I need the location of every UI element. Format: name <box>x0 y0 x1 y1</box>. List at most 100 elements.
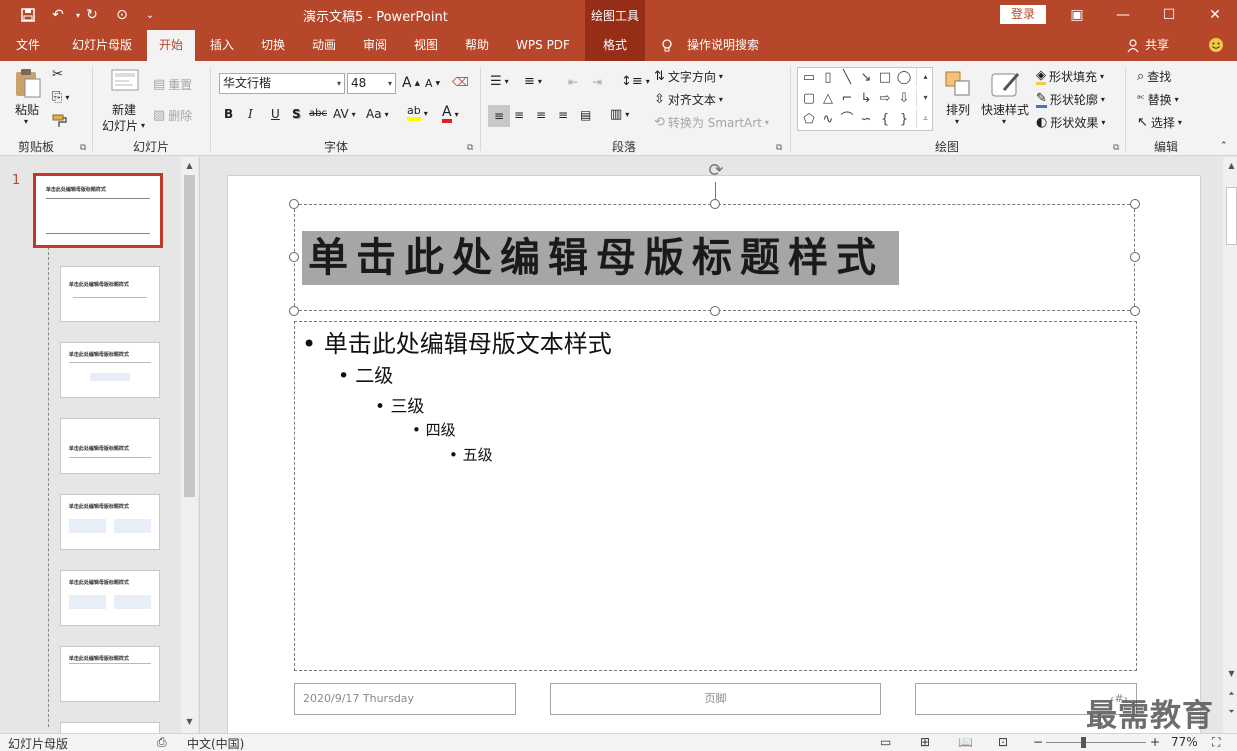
share-button[interactable]: 共享 <box>1142 30 1172 61</box>
tab-help[interactable]: 帮助 <box>457 30 497 61</box>
accessibility-icon[interactable]: ⎙ <box>157 735 167 750</box>
body-placeholder[interactable] <box>294 321 1137 671</box>
text-level-4[interactable]: • 四级 <box>412 419 456 440</box>
down-arrow-shape-icon[interactable]: ⇩ <box>895 90 913 108</box>
align-right-icon[interactable]: ≡ <box>536 108 546 122</box>
line-spacing-button[interactable]: ↕≡ ▾ <box>621 75 650 88</box>
new-slide-button[interactable]: 幻灯片 ▾ <box>102 117 145 134</box>
textbox-shape-icon[interactable]: ▭ <box>800 69 818 87</box>
text-direction-button[interactable]: ⇅ 文字方向 ▾ <box>654 68 723 85</box>
grow-font-button[interactable]: A ▲ <box>402 75 420 91</box>
tab-file[interactable]: 文件 <box>8 30 48 61</box>
scroll-up-icon[interactable]: ▲ <box>181 159 198 173</box>
layout-thumbnail[interactable]: 单击此处编辑母版标题样式 <box>60 266 160 322</box>
clipboard-launcher-icon[interactable]: ⧉ <box>80 143 86 153</box>
new-slide-icon[interactable] <box>110 68 140 98</box>
reading-view-icon[interactable]: 📖 <box>958 735 973 749</box>
tab-wps-pdf[interactable]: WPS PDF <box>508 30 578 61</box>
bullets-button[interactable]: ☰ ▾ <box>490 75 509 88</box>
next-slide-icon[interactable]: ⏷ <box>1223 705 1237 719</box>
freeform-shape-icon[interactable]: ∿ <box>819 111 837 129</box>
arrange-button[interactable]: 排列 <box>946 101 970 118</box>
tab-transitions[interactable]: 切换 <box>253 30 293 61</box>
start-slideshow-icon[interactable]: ⊙ <box>110 5 134 25</box>
save-icon[interactable] <box>16 5 40 25</box>
minimize-icon[interactable]: — <box>1100 0 1146 30</box>
increase-indent-icon[interactable]: ⇥ <box>592 75 602 89</box>
shrink-font-button[interactable]: A ▼ <box>425 77 440 90</box>
normal-view-icon[interactable]: ▭ <box>880 735 891 749</box>
collapse-ribbon-icon[interactable]: ⌃ <box>1220 141 1228 151</box>
zoom-level[interactable]: 77% <box>1171 735 1198 749</box>
gallery-up-icon[interactable]: ▴ <box>916 68 934 86</box>
curve-shape-icon[interactable]: ∽ <box>857 111 875 129</box>
align-left-icon[interactable]: ≡ <box>488 105 510 127</box>
shadow-button[interactable]: S <box>292 107 301 121</box>
replace-button[interactable]: ᵃᶜ 替换 ▾ <box>1137 91 1179 108</box>
master-thumbnail[interactable]: 单击此处编辑母版标题样式 <box>33 173 163 248</box>
tab-review[interactable]: 审阅 <box>355 30 395 61</box>
scroll-up-icon[interactable]: ▲ <box>1223 159 1237 173</box>
delete-button[interactable]: ▧ 删除 <box>153 107 192 124</box>
footer-placeholder[interactable]: 页脚 <box>550 683 881 715</box>
layout-thumbnail[interactable]: 单击此处编辑母版标题样式 <box>60 342 160 398</box>
close-icon[interactable]: ✕ <box>1192 0 1237 30</box>
tab-slide-master[interactable]: 幻灯片母版 <box>66 30 138 61</box>
scrollbar-thumb[interactable] <box>184 175 195 497</box>
change-case-button[interactable]: Aa ▾ <box>366 107 389 121</box>
scrollbar-thumb[interactable] <box>1226 187 1237 245</box>
align-text-button[interactable]: ⇳ 对齐文本 ▾ <box>654 91 723 108</box>
shapes-gallery[interactable]: ▭ ▯ ╲ ↘ □ ◯ ▢ △ ⌐ ↳ ⇨ ⇩ ⬠ ∿ ⌒ ∽ { } ▴ ▾ … <box>797 67 933 131</box>
font-size-select[interactable]: 48 ▾ <box>347 73 396 94</box>
gallery-more-icon[interactable]: ⩡ <box>916 110 934 128</box>
arc-shape-icon[interactable]: ⌒ <box>838 111 856 129</box>
zoom-out-icon[interactable]: − <box>1033 735 1043 749</box>
zoom-in-icon[interactable]: + <box>1150 735 1160 749</box>
arrow-line-shape-icon[interactable]: ↘ <box>857 69 875 87</box>
quick-styles-icon[interactable] <box>990 68 1020 98</box>
format-painter-icon[interactable] <box>52 114 68 128</box>
justify-icon[interactable]: ≡ <box>558 108 568 122</box>
tab-format[interactable]: 格式 <box>585 30 645 61</box>
resize-handle[interactable] <box>1130 199 1140 209</box>
maximize-icon[interactable]: ☐ <box>1146 0 1192 30</box>
ribbon-display-icon[interactable]: ▣ <box>1054 0 1100 30</box>
paragraph-launcher-icon[interactable]: ⧉ <box>776 143 782 153</box>
tab-view[interactable]: 视图 <box>406 30 446 61</box>
zoom-slider-thumb[interactable] <box>1081 737 1086 748</box>
scroll-down-icon[interactable]: ▼ <box>181 715 198 729</box>
resize-handle[interactable] <box>1130 252 1140 262</box>
strikethrough-button[interactable]: abc <box>309 108 327 119</box>
right-arrow-shape-icon[interactable]: ⇨ <box>876 90 894 108</box>
bold-button[interactable]: B <box>224 107 233 121</box>
align-center-icon[interactable]: ≡ <box>514 108 524 122</box>
convert-smartart-button[interactable]: ⟲ 转换为 SmartArt ▾ <box>654 114 769 131</box>
language-label[interactable]: 中文(中国) <box>187 735 244 751</box>
new-slide-label-1[interactable]: 新建 <box>112 101 136 118</box>
font-launcher-icon[interactable]: ⧉ <box>467 143 473 153</box>
rectangle-shape-icon[interactable]: □ <box>876 69 894 87</box>
paste-icon[interactable] <box>13 68 43 98</box>
canvas-scrollbar[interactable]: ▲ ▼ ⏶ ⏷ <box>1223 157 1237 733</box>
fit-to-window-icon[interactable]: ⛶ <box>1212 735 1220 750</box>
char-spacing-button[interactable]: AV ▾ <box>333 107 356 121</box>
slideshow-view-icon[interactable]: ⊡ <box>998 735 1008 749</box>
paste-button[interactable]: 粘贴 <box>15 101 39 118</box>
cut-icon[interactable]: ✂ <box>52 68 63 81</box>
underline-button[interactable]: U <box>271 107 280 121</box>
slide-sorter-icon[interactable]: ⊞ <box>920 735 930 749</box>
tab-insert[interactable]: 插入 <box>202 30 242 61</box>
triangle-shape-icon[interactable]: △ <box>819 90 837 108</box>
resize-handle[interactable] <box>710 306 720 316</box>
previous-slide-icon[interactable]: ⏶ <box>1223 687 1237 701</box>
pentagon-shape-icon[interactable]: ⬠ <box>800 111 818 129</box>
rotate-handle-icon[interactable]: ⟳ <box>704 160 728 184</box>
layout-thumbnail[interactable]: 单击此处编辑母版标题样式 <box>60 570 160 626</box>
columns-button[interactable]: ▥ ▾ <box>610 108 629 121</box>
font-family-select[interactable]: 华文行楷 ▾ <box>219 73 345 94</box>
oval-shape-icon[interactable]: ◯ <box>895 69 913 87</box>
vertical-textbox-shape-icon[interactable]: ▯ <box>819 69 837 87</box>
layout-thumbnail[interactable]: 单击此处编辑母版标题样式 <box>60 646 160 702</box>
reset-button[interactable]: ▤ 重置 <box>153 76 192 93</box>
decrease-indent-icon[interactable]: ⇤ <box>568 75 578 89</box>
